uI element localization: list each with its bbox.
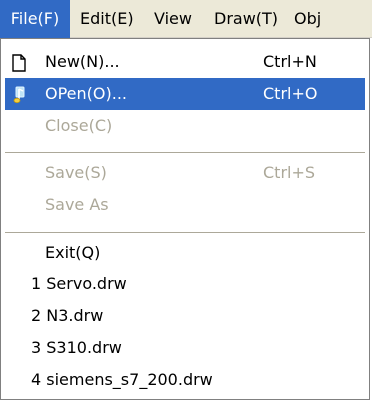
recent-file-label: 1 Servo.drw [31, 274, 127, 293]
menu-item-new-shortcut: Ctrl+N [263, 52, 317, 71]
menu-separator [5, 232, 365, 233]
open-file-icon [9, 84, 29, 104]
menu-item-open[interactable]: OPen(O)... Ctrl+O [5, 78, 365, 110]
file-menu-dropdown: New(N)... Ctrl+N OPen(O)... Ctrl+O Close… [0, 38, 370, 400]
menu-file[interactable]: File(F) [0, 0, 70, 38]
recent-file-item[interactable]: 3 S310.drw [5, 332, 365, 364]
menu-item-open-shortcut: Ctrl+O [263, 84, 318, 103]
menu-item-exit[interactable]: Exit(Q) [5, 237, 365, 269]
menu-draw[interactable]: Draw(T) [214, 0, 278, 38]
menu-separator [5, 152, 365, 153]
recent-file-label: 4 siemens_s7_200.drw [31, 370, 213, 389]
menu-bar: File(F) Edit(E) View Draw(T) Obj [0, 0, 372, 38]
new-document-icon [9, 52, 29, 72]
recent-file-item[interactable]: 4 siemens_s7_200.drw [5, 364, 365, 396]
menu-object[interactable]: Obj [294, 0, 372, 38]
menu-item-close: Close(C) [5, 110, 365, 142]
menu-item-save-as: Save As [5, 189, 365, 221]
menu-item-save-as-label: Save As [45, 195, 109, 214]
menu-item-open-label: OPen(O)... [45, 84, 127, 103]
menu-item-new-label: New(N)... [45, 52, 120, 71]
menu-edit[interactable]: Edit(E) [80, 0, 134, 38]
recent-file-label: 2 N3.drw [31, 306, 104, 325]
menu-item-close-label: Close(C) [45, 116, 113, 135]
recent-file-item[interactable]: 2 N3.drw [5, 300, 365, 332]
recent-file-label: 3 S310.drw [31, 338, 122, 357]
menu-item-save-label: Save(S) [45, 163, 107, 182]
menu-item-save: Save(S) Ctrl+S [5, 157, 365, 189]
menu-item-exit-label: Exit(Q) [45, 243, 101, 262]
menu-item-new[interactable]: New(N)... Ctrl+N [5, 46, 365, 78]
menu-item-save-shortcut: Ctrl+S [263, 163, 316, 182]
recent-file-item[interactable]: 1 Servo.drw [5, 268, 365, 300]
menu-view[interactable]: View [154, 0, 192, 38]
